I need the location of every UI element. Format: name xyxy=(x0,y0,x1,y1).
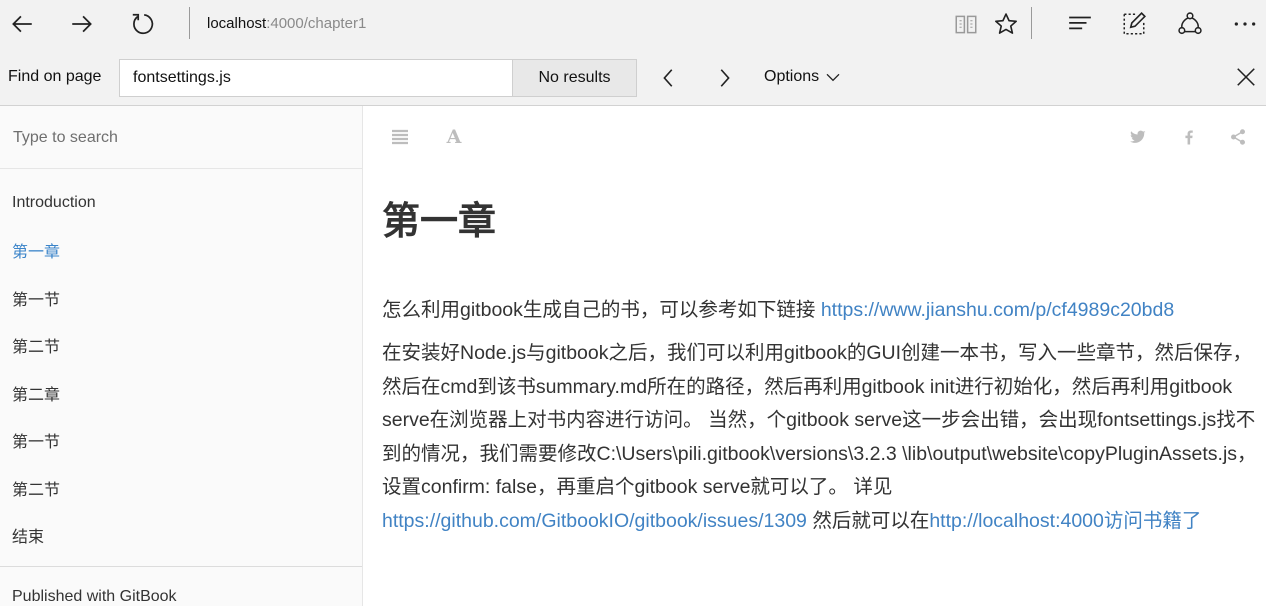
forward-button[interactable] xyxy=(64,6,100,42)
chevron-right-icon xyxy=(720,69,730,87)
back-button[interactable] xyxy=(4,6,40,42)
toolbar-divider xyxy=(1031,7,1032,39)
summary-item-chapter-1-section-2[interactable]: 第二节 xyxy=(0,322,362,370)
close-icon xyxy=(1237,68,1255,86)
paragraph-2-text: 在安装好Node.js与gitbook之后，我们可以利用gitbook的GUI创… xyxy=(382,342,1257,499)
summary-item-chapter-2-section-2[interactable]: 第二节 xyxy=(0,464,362,512)
published-with-gitbook-link[interactable]: Published with GitBook xyxy=(0,566,362,606)
summary-item-chapter-2[interactable]: 第二章 xyxy=(0,369,362,417)
toggle-sidebar-button[interactable] xyxy=(387,124,413,150)
share-button[interactable] xyxy=(1172,6,1208,42)
find-input[interactable] xyxy=(119,59,513,97)
url-host: localhost xyxy=(207,15,267,32)
paragraph-1-text: 怎么利用gitbook生成自己的书，可以参考如下链接 xyxy=(382,298,821,321)
summary-item-chapter-1-section-1[interactable]: 第一节 xyxy=(0,274,362,322)
address-bar: localhost:4000/chapter1 xyxy=(0,0,1266,49)
forward-arrow-icon xyxy=(72,15,92,33)
find-options-label: Options xyxy=(764,68,820,85)
more-button[interactable] xyxy=(1227,6,1263,42)
reading-view-icon xyxy=(955,15,977,34)
github-issue-link[interactable]: https://github.com/GitbookIO/gitbook/iss… xyxy=(382,510,807,532)
book-summary: Introduction 第一章 第一节 第二节 第二章 第一节 第二节 结束 xyxy=(0,179,362,559)
find-next-button[interactable] xyxy=(707,61,741,95)
search-input[interactable] xyxy=(0,106,362,169)
share-icon xyxy=(1178,12,1202,35)
page-body: 第一章 怎么利用gitbook生成自己的书，可以参考如下链接 https://w… xyxy=(382,200,1262,548)
find-status: No results xyxy=(512,59,637,97)
find-bar: Find on page No results Options xyxy=(0,49,1266,106)
address-url[interactable]: localhost:4000/chapter1 xyxy=(207,15,366,32)
find-label: Find on page xyxy=(8,68,102,85)
find-close-button[interactable] xyxy=(1230,61,1262,93)
twitter-share-button[interactable] xyxy=(1125,124,1151,150)
facebook-share-button[interactable] xyxy=(1176,124,1202,150)
back-arrow-icon xyxy=(12,15,32,33)
more-icon xyxy=(1234,22,1256,26)
favorite-button[interactable] xyxy=(988,6,1024,42)
page-title: 第一章 xyxy=(382,201,497,243)
localhost-link[interactable]: http://localhost:4000访问书籍了 xyxy=(929,510,1201,532)
chevron-down-icon xyxy=(826,73,840,82)
reading-view-button[interactable] xyxy=(948,6,984,42)
web-note-icon xyxy=(1123,12,1146,35)
summary-item-end[interactable]: 结束 xyxy=(0,512,362,560)
facebook-icon xyxy=(1185,130,1193,145)
font-icon: A xyxy=(446,126,462,148)
share-nodes-icon xyxy=(1231,129,1245,145)
jianshu-link[interactable]: https://www.jianshu.com/p/cf4989c20bd8 xyxy=(821,299,1174,321)
find-options-button[interactable]: Options xyxy=(764,68,841,86)
url-path: :4000/chapter1 xyxy=(266,15,367,32)
summary-item-introduction[interactable]: Introduction xyxy=(0,179,362,227)
twitter-icon xyxy=(1130,130,1146,143)
summary-item-chapter-2-section-1[interactable]: 第一节 xyxy=(0,417,362,465)
paragraph-2: 在安装好Node.js与gitbook之后，我们可以利用gitbook的GUI创… xyxy=(382,337,1262,538)
more-share-button[interactable] xyxy=(1225,124,1251,150)
summary-item-chapter-1[interactable]: 第一章 xyxy=(0,227,362,275)
font-settings-button[interactable]: A xyxy=(441,124,467,150)
refresh-icon xyxy=(132,13,154,35)
paragraph-2-mid-text: 然后就可以在 xyxy=(806,509,930,532)
address-divider xyxy=(189,7,190,39)
find-previous-button[interactable] xyxy=(652,61,686,95)
chevron-left-icon xyxy=(663,69,673,87)
hub-button[interactable] xyxy=(1062,6,1098,42)
refresh-button[interactable] xyxy=(124,6,160,42)
hub-icon xyxy=(1069,16,1091,30)
paragraph-1: 怎么利用gitbook生成自己的书，可以参考如下链接 https://www.j… xyxy=(382,294,1262,328)
star-icon xyxy=(995,13,1017,34)
menu-icon xyxy=(392,129,408,145)
book-sidebar: Introduction 第一章 第一节 第二节 第二章 第一节 第二节 结束 … xyxy=(0,106,363,606)
book-search xyxy=(0,106,362,169)
book-content: A 第一章 怎么利用gitbook生成自己的书，可以参考如下链接 https:/… xyxy=(363,106,1266,606)
web-note-button[interactable] xyxy=(1116,6,1152,42)
